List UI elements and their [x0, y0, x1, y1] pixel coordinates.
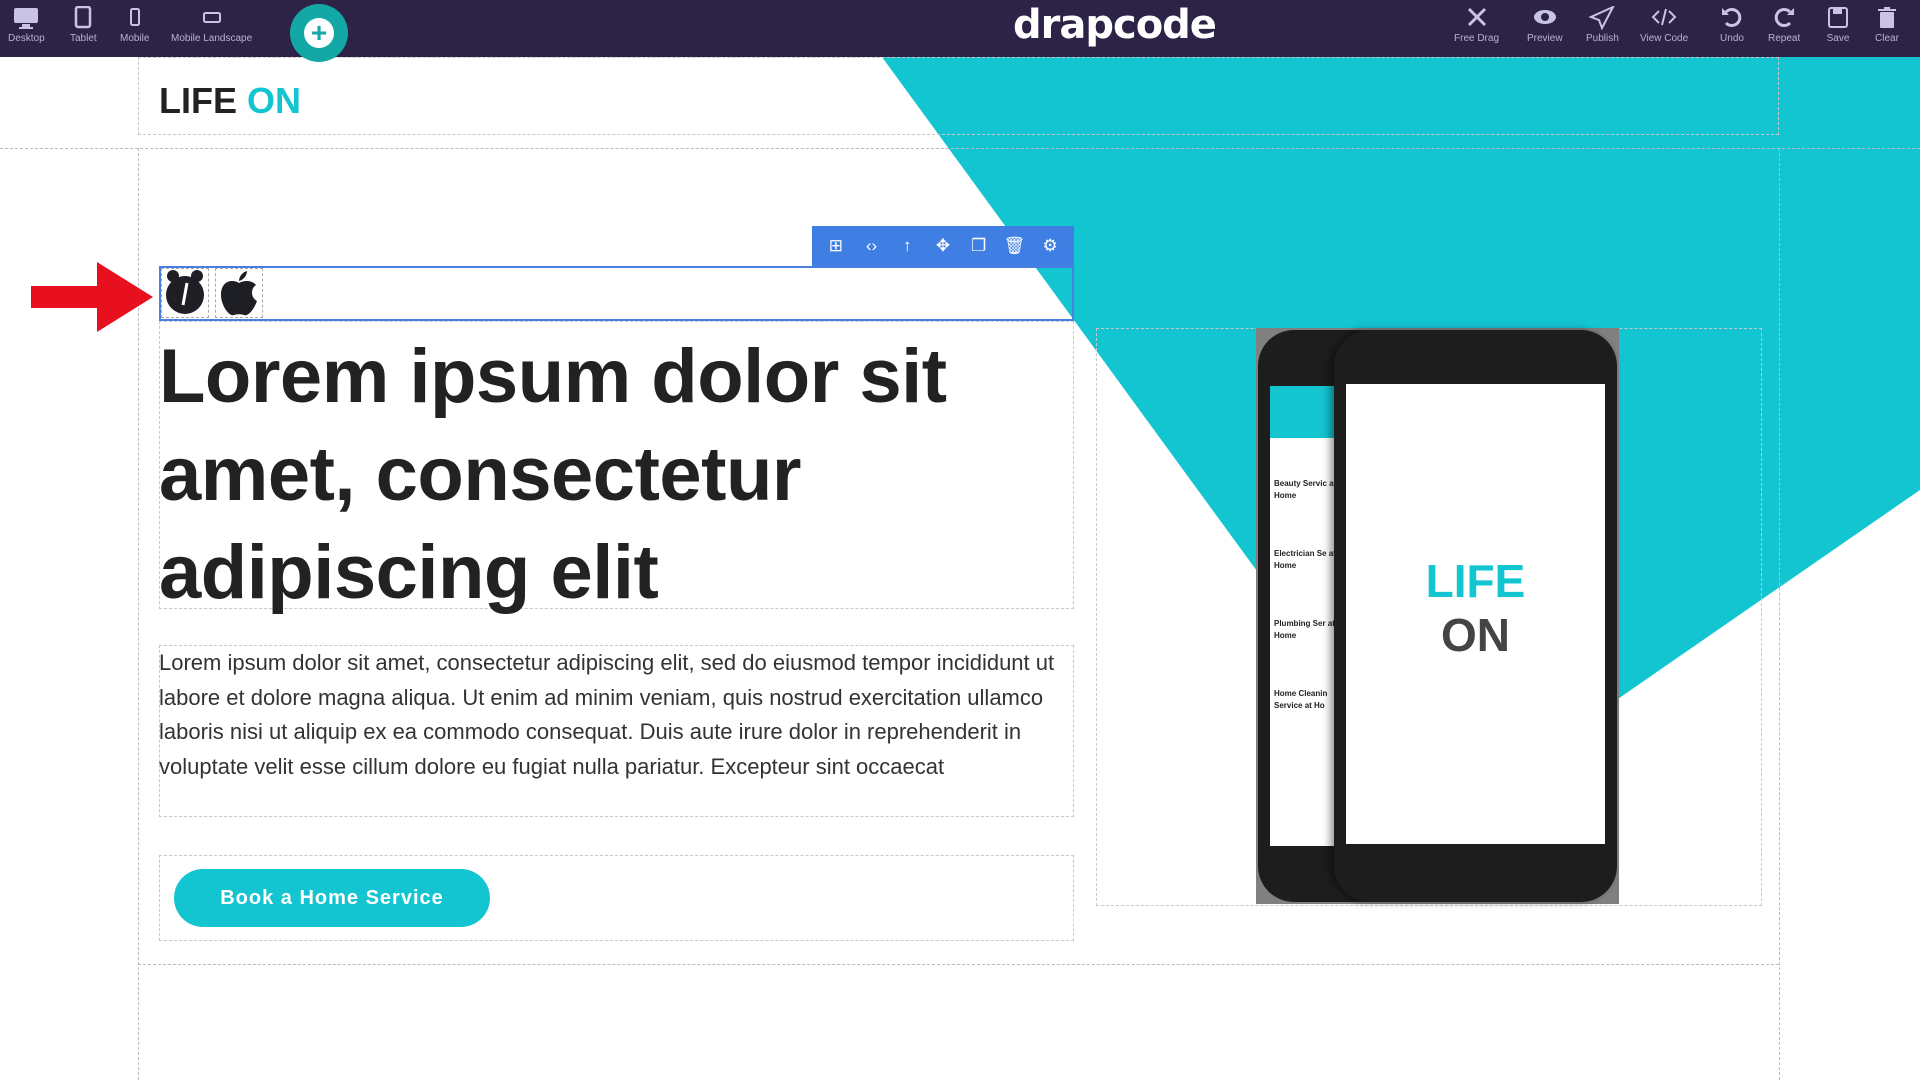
- add-icon[interactable]: ⊞: [823, 236, 849, 256]
- gear-icon[interactable]: ⚙: [1037, 236, 1063, 256]
- selected-icon-row[interactable]: [159, 266, 1074, 321]
- element-toolbar: ⊞ ‹› ↑ ✥ ❐ 🗑 ⚙: [812, 226, 1074, 266]
- red-arrow-annotation: [31, 262, 153, 332]
- arrow-up-icon[interactable]: ↑: [894, 236, 920, 256]
- code-icon[interactable]: ‹›: [859, 236, 885, 256]
- guide-line: [138, 964, 1779, 965]
- plus-icon: +: [304, 18, 334, 48]
- icon-row: [161, 268, 263, 318]
- move-icon[interactable]: ✥: [930, 236, 956, 256]
- header-section: [138, 57, 1779, 135]
- site-logo[interactable]: LIFE ON: [159, 80, 301, 122]
- trash-icon[interactable]: 🗑: [1001, 236, 1027, 256]
- apple-icon[interactable]: [215, 268, 263, 318]
- guide-line: [1779, 148, 1780, 1080]
- book-service-button[interactable]: Book a Home Service: [174, 869, 490, 927]
- alarm-clock-icon[interactable]: [161, 268, 209, 318]
- add-element-button[interactable]: +: [290, 4, 348, 62]
- copy-icon[interactable]: ❐: [966, 236, 992, 256]
- hero-heading: Lorem ipsum dolor sit amet, consectetur …: [159, 334, 947, 615]
- guide-line: [0, 148, 1920, 149]
- hero-paragraph: Lorem ipsum dolor sit amet, consectetur …: [159, 650, 1055, 779]
- phone-mockup-image: Beauty Servic at Home Electrician Se at …: [1256, 328, 1619, 904]
